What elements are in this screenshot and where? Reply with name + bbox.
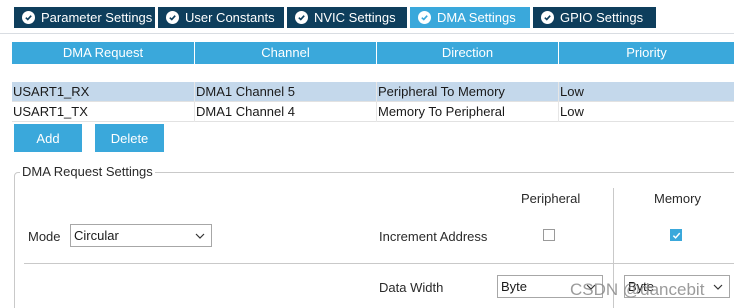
tab-label: NVIC Settings bbox=[314, 10, 396, 25]
delete-button[interactable]: Delete bbox=[95, 124, 164, 152]
cell-priority: Low bbox=[560, 104, 584, 119]
group-title: DMA Request Settings bbox=[20, 164, 155, 179]
tab-label: Parameter Settings bbox=[41, 10, 153, 25]
table-row[interactable]: USART1_RX DMA1 Channel 5 Peripheral To M… bbox=[12, 82, 734, 102]
chevron-down-icon bbox=[713, 284, 723, 290]
peripheral-width-value: Byte bbox=[501, 279, 528, 294]
tab-bar: Parameter Settings User Constants NVIC S… bbox=[0, 0, 734, 34]
add-button[interactable]: Add bbox=[14, 124, 82, 152]
cell-channel: DMA1 Channel 5 bbox=[195, 82, 377, 102]
tab-parameter-settings[interactable]: Parameter Settings bbox=[14, 7, 155, 28]
mode-value: Circular bbox=[74, 228, 119, 243]
column-header-direction[interactable]: Direction bbox=[377, 42, 559, 64]
tab-label: GPIO Settings bbox=[560, 10, 644, 25]
table-header: DMA Request Channel Direction Priority bbox=[12, 42, 734, 64]
increment-address-label: Increment Address bbox=[379, 229, 488, 244]
column-header-priority[interactable]: Priority bbox=[559, 42, 734, 64]
tab-label: DMA Settings bbox=[437, 10, 516, 25]
check-circle-icon bbox=[22, 11, 35, 24]
tab-label: User Constants bbox=[185, 10, 275, 25]
column-header-dma-request[interactable]: DMA Request bbox=[12, 42, 195, 64]
tab-dma-settings[interactable]: DMA Settings bbox=[410, 7, 530, 28]
tab-gpio-settings[interactable]: GPIO Settings bbox=[533, 7, 656, 28]
tab-nvic-settings[interactable]: NVIC Settings bbox=[287, 7, 407, 28]
cell-direction: Peripheral To Memory bbox=[377, 82, 559, 102]
mode-select[interactable]: Circular bbox=[70, 224, 212, 247]
check-circle-icon bbox=[541, 11, 554, 24]
cell-priority: Low bbox=[560, 84, 584, 99]
memory-increment-checkbox[interactable] bbox=[670, 229, 682, 241]
column-header-channel[interactable]: Channel bbox=[195, 42, 377, 64]
check-icon bbox=[672, 232, 680, 239]
table-row[interactable]: USART1_TX DMA1 Channel 4 Memory To Perip… bbox=[12, 102, 734, 122]
peripheral-heading: Peripheral bbox=[521, 191, 581, 206]
table-spacer bbox=[12, 64, 734, 82]
cell-request: USART1_RX bbox=[12, 82, 195, 102]
chevron-down-icon bbox=[195, 233, 205, 239]
check-circle-icon bbox=[418, 11, 431, 24]
dma-request-table: DMA Request Channel Direction Priority U… bbox=[12, 42, 734, 122]
cell-channel: DMA1 Channel 4 bbox=[195, 102, 377, 122]
tab-user-constants[interactable]: User Constants bbox=[158, 7, 284, 28]
cell-request: USART1_TX bbox=[12, 102, 195, 122]
cell-direction: Memory To Peripheral bbox=[377, 102, 559, 122]
row-divider bbox=[24, 263, 734, 264]
check-circle-icon bbox=[166, 11, 179, 24]
watermark: CSDN @dancebit bbox=[570, 280, 705, 299]
check-circle-icon bbox=[295, 11, 308, 24]
memory-heading: Memory bbox=[654, 191, 701, 206]
data-width-label: Data Width bbox=[379, 280, 444, 295]
mode-label: Mode bbox=[28, 229, 61, 244]
peripheral-increment-checkbox[interactable] bbox=[543, 229, 555, 241]
